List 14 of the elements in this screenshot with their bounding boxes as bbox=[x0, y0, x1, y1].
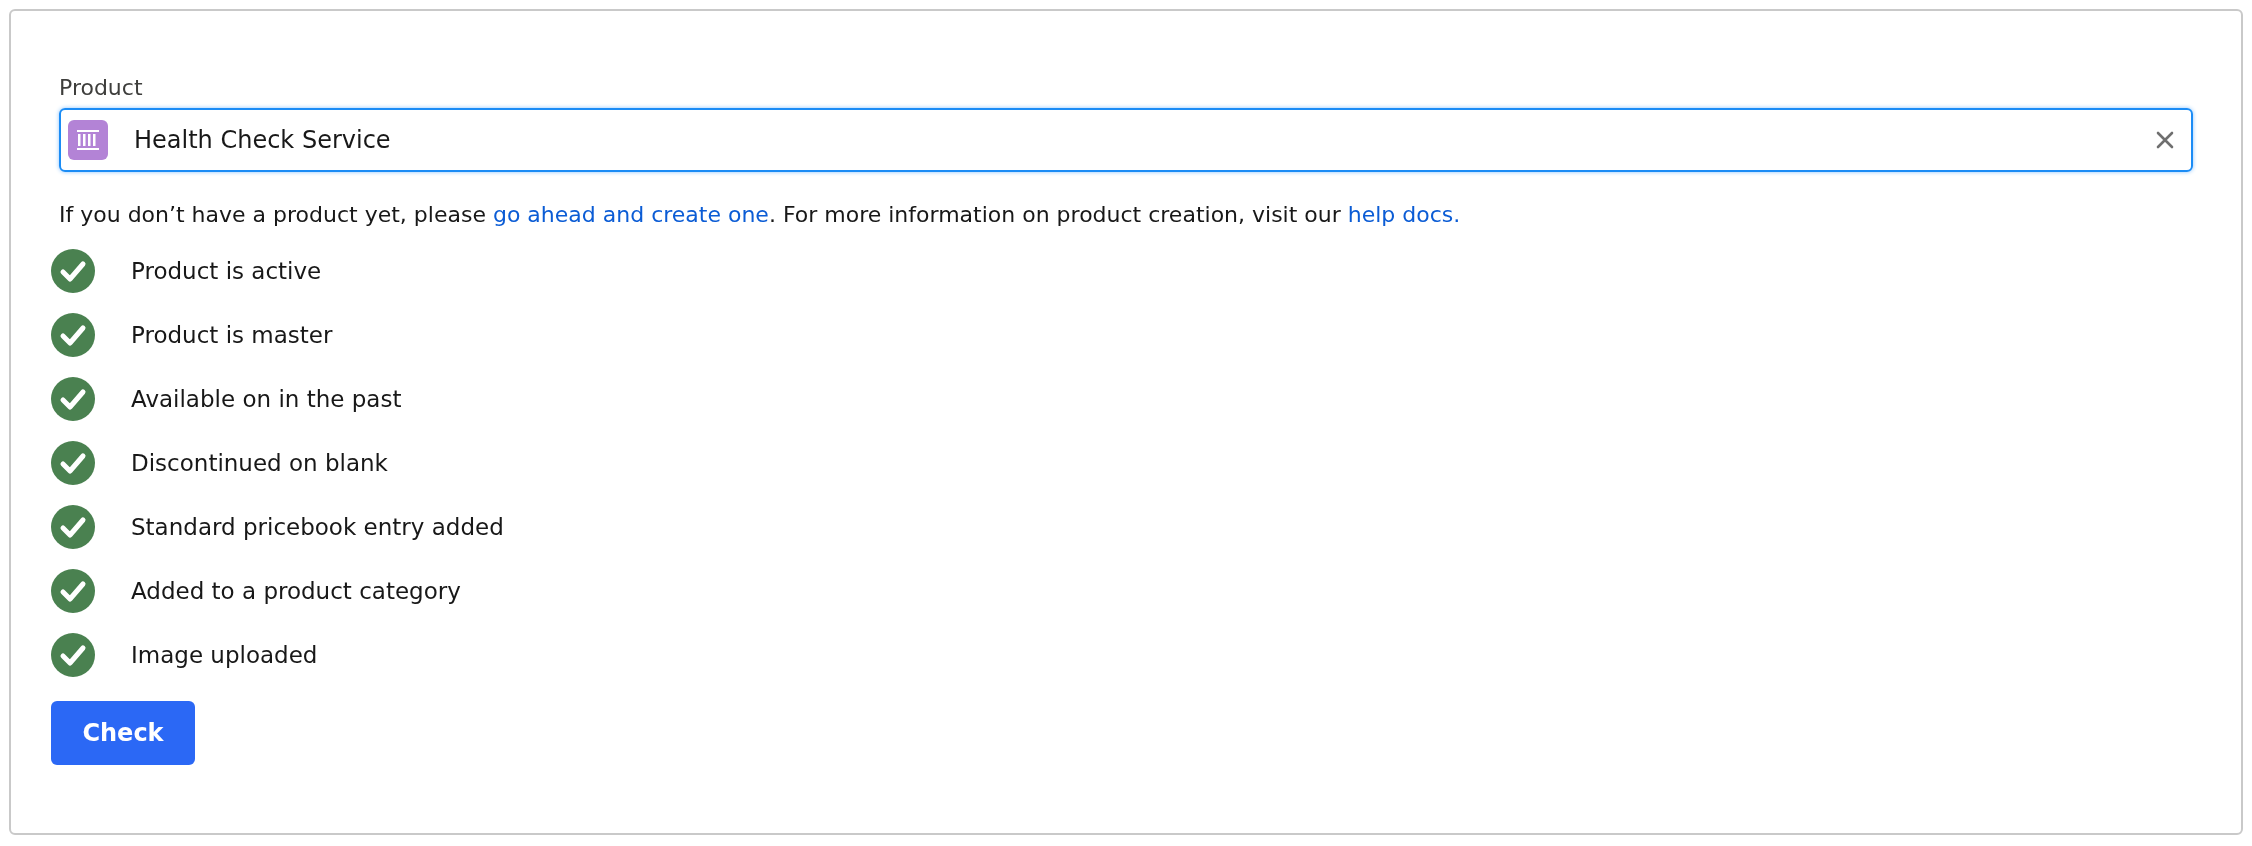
product-field[interactable]: Health Check Service bbox=[59, 108, 2193, 172]
field-label: Product bbox=[59, 75, 143, 100]
check-label: Image uploaded bbox=[131, 642, 318, 668]
help-link[interactable]: help docs. bbox=[1347, 202, 1461, 227]
check-label: Discontinued on blank bbox=[131, 450, 388, 476]
check-label: Added to a product category bbox=[131, 578, 461, 604]
clear-icon[interactable] bbox=[2155, 130, 2175, 150]
help-link[interactable]: go ahead and create one bbox=[492, 202, 769, 227]
check-label: Product is active bbox=[131, 258, 322, 284]
check-label: Available on in the past bbox=[131, 386, 402, 412]
check-label: Product is master bbox=[131, 322, 333, 348]
check-button[interactable]: Check bbox=[51, 701, 195, 765]
check-label: Standard pricebook entry added bbox=[131, 514, 504, 540]
help-text: If you don’t have a product yet, please go ahead and create one. For more information on product creation, visit our help docs. bbox=[59, 202, 1461, 227]
